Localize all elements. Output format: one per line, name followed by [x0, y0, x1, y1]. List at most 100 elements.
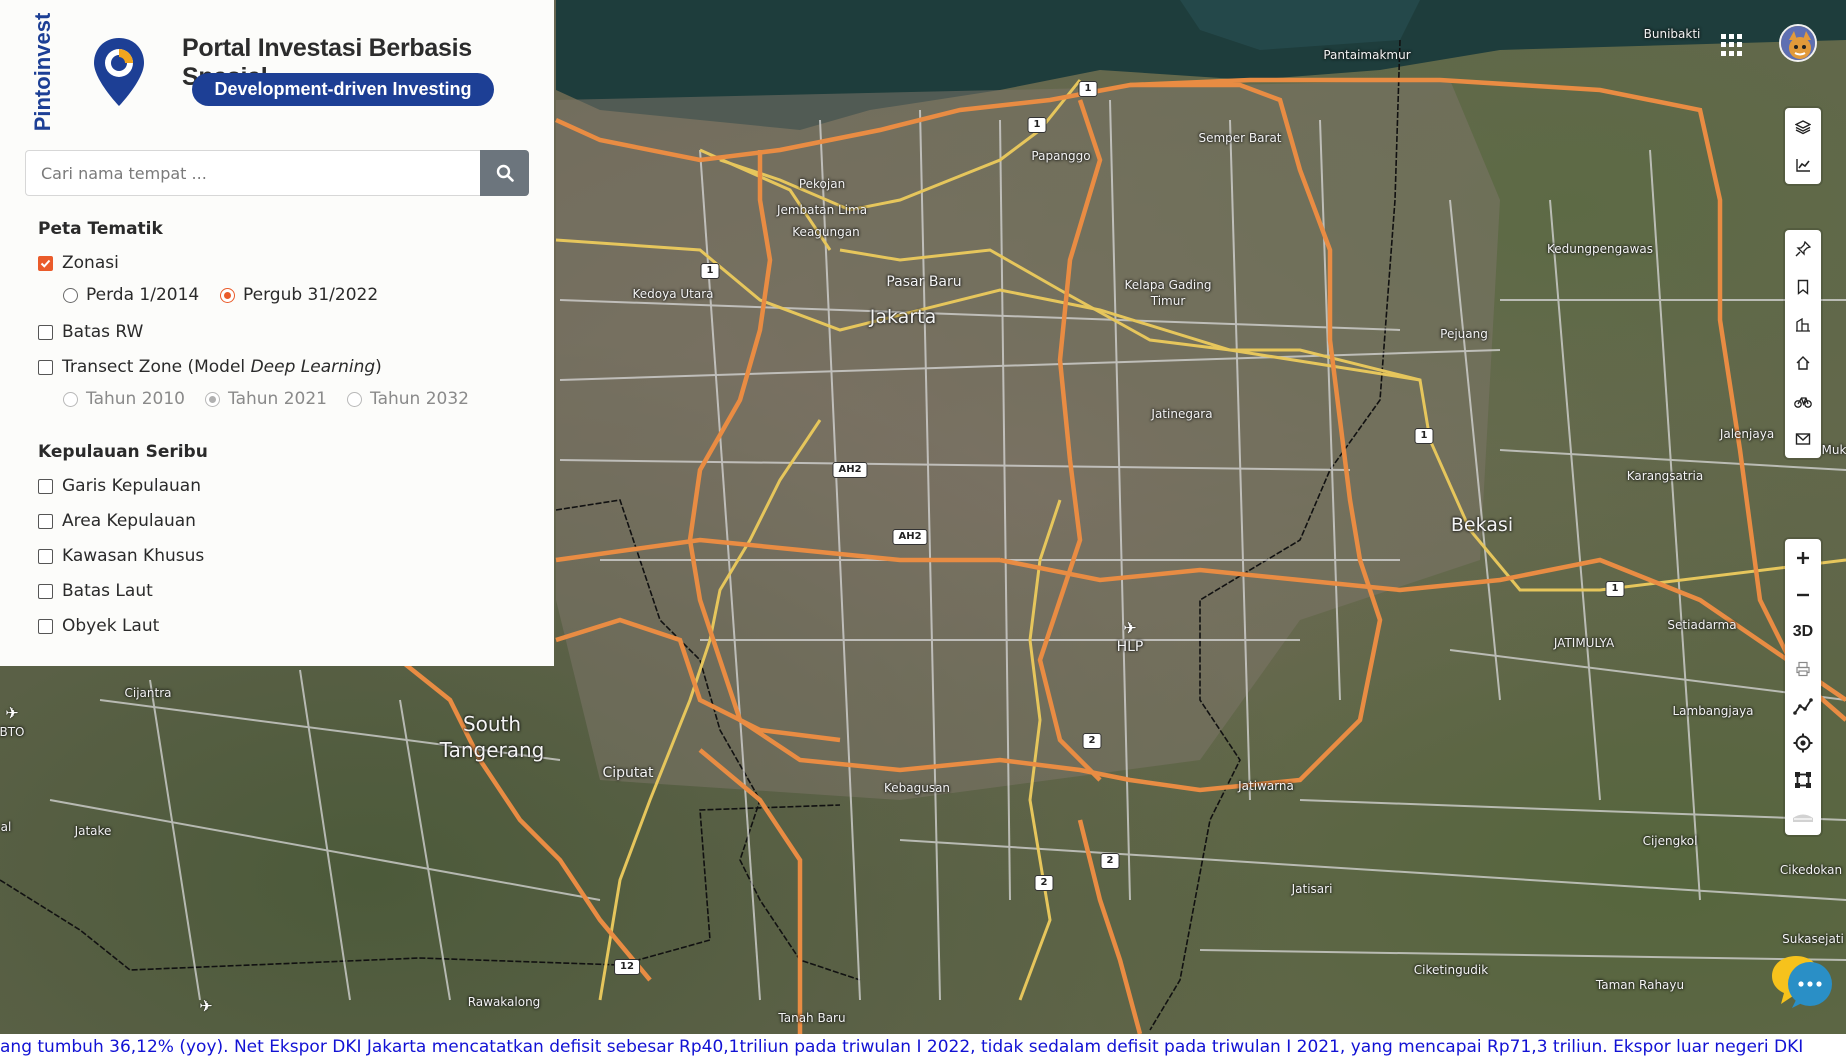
- checkbox-unchecked-icon[interactable]: [38, 324, 53, 340]
- radio-tahun-2032[interactable]: Tahun 2032: [347, 389, 469, 409]
- mail-button[interactable]: [1785, 420, 1821, 458]
- news-ticker: ang tumbuh 36,12% (yoy). Net Ekspor DKI …: [0, 1034, 1846, 1060]
- radio-disabled-icon[interactable]: [63, 391, 78, 407]
- bookmark-button[interactable]: [1785, 268, 1821, 306]
- checkbox-kawasan-khusus[interactable]: Kawasan Khusus: [38, 546, 204, 566]
- airport-icon: ✈: [5, 703, 19, 723]
- draw-area-button[interactable]: [1785, 761, 1821, 798]
- road-shield: 1: [1027, 117, 1047, 133]
- place-label: Cijantra: [124, 686, 172, 700]
- 3d-toggle-button[interactable]: 3D: [1785, 613, 1821, 650]
- bicycle-button[interactable]: [1785, 382, 1821, 420]
- radio-label: Pergub 31/2022: [243, 285, 379, 305]
- place-label: Papanggo: [1031, 149, 1091, 163]
- search-button[interactable]: [480, 150, 529, 196]
- place-label: Pantaimakmur: [1323, 48, 1411, 62]
- home-button[interactable]: [1785, 344, 1821, 382]
- place-label: Cikedokan: [1779, 863, 1843, 877]
- mail-icon: [1795, 433, 1811, 445]
- place-label: Rawakalong: [467, 995, 541, 1009]
- place-label: Jalenjaya: [1719, 427, 1775, 441]
- checkbox-obyek-laut[interactable]: Obyek Laut: [38, 616, 159, 636]
- zoom-in-icon: [1797, 551, 1809, 564]
- place-label: Kedungpengawas: [1546, 242, 1654, 256]
- chart-button[interactable]: [1785, 146, 1821, 184]
- chat-button[interactable]: [1770, 954, 1836, 1010]
- place-label: Jatisari: [1291, 882, 1333, 896]
- zoom-in-button[interactable]: [1785, 539, 1821, 576]
- pin-icon: [1795, 241, 1811, 257]
- checkbox-unchecked-icon[interactable]: [38, 583, 53, 599]
- checkbox-batas-laut[interactable]: Batas Laut: [38, 581, 153, 601]
- place-label: Pekojan: [798, 177, 846, 191]
- road-shield: 12: [614, 959, 640, 975]
- checkbox-transect-zone[interactable]: Transect Zone (Model Deep Learning): [38, 357, 382, 377]
- map-tools-middle: [1785, 230, 1821, 458]
- place-label: Kelapa Gading: [1124, 278, 1212, 292]
- home-icon: [1796, 356, 1810, 370]
- checkbox-checked-icon[interactable]: [38, 255, 53, 271]
- checkbox-area-kepulauan[interactable]: Area Kepulauan: [38, 511, 196, 531]
- checkbox-garis-kepulauan[interactable]: Garis Kepulauan: [38, 476, 201, 496]
- road-shield: AH2: [832, 462, 868, 478]
- radio-disabled-selected-icon[interactable]: [205, 391, 220, 407]
- layers-button[interactable]: [1785, 108, 1821, 146]
- place-label: al: [0, 820, 12, 834]
- checkbox-label: Kawasan Khusus: [62, 546, 205, 566]
- section-title-peta-tematik: Peta Tematik: [38, 219, 163, 239]
- checkbox-zonasi[interactable]: Zonasi: [38, 253, 119, 273]
- side-panel: Pintoinvest Portal Investasi Berbasis Sp…: [0, 0, 554, 666]
- radio-label: Perda 1/2014: [86, 285, 200, 305]
- radio-label: Tahun 2032: [370, 389, 469, 409]
- apps-grid-icon[interactable]: [1721, 34, 1743, 56]
- place-label: Timur: [1150, 294, 1186, 308]
- locate-button[interactable]: [1785, 724, 1821, 761]
- print-button[interactable]: [1785, 650, 1821, 687]
- pintoinvest-logo-icon: [94, 38, 144, 106]
- checkbox-unchecked-icon[interactable]: [38, 548, 53, 564]
- road-shield: 1: [1078, 81, 1098, 97]
- place-label: Taman Rahayu: [1595, 978, 1685, 992]
- radio-pergub-31-2022[interactable]: Pergub 31/2022: [220, 285, 378, 305]
- checkbox-unchecked-icon[interactable]: [38, 478, 53, 494]
- road-shield: 2: [1082, 733, 1102, 749]
- radio-disabled-icon[interactable]: [347, 391, 362, 407]
- radio-selected-icon[interactable]: [220, 287, 235, 303]
- locate-icon: [1793, 733, 1813, 752]
- search-bar: [25, 150, 529, 196]
- radio-perda-1-2014[interactable]: Perda 1/2014: [63, 285, 199, 305]
- checkbox-unchecked-icon[interactable]: [38, 513, 53, 529]
- section-title-kepulauan-seribu: Kepulauan Seribu: [38, 442, 208, 462]
- place-label: Muk: [1821, 443, 1846, 457]
- print-icon: [1796, 661, 1810, 676]
- admin-boundary: [0, 804, 841, 971]
- radio-tahun-2021[interactable]: Tahun 2021: [205, 389, 327, 409]
- place-label: Jembatan Lima: [776, 203, 868, 217]
- place-label: Karangsatria: [1626, 469, 1704, 483]
- chat-bubble-icon: [1772, 956, 1832, 1008]
- building-button[interactable]: [1785, 306, 1821, 344]
- map-tools-zoom: 3D: [1785, 539, 1821, 835]
- checkbox-label: Obyek Laut: [62, 616, 160, 636]
- tagline-badge: Development-driven Investing: [192, 73, 494, 106]
- checkbox-unchecked-icon[interactable]: [38, 359, 53, 375]
- place-label: Semper Barat: [1198, 131, 1282, 145]
- checkbox-unchecked-icon[interactable]: [38, 618, 53, 634]
- search-input[interactable]: [25, 150, 480, 196]
- place-label: Jatake: [74, 824, 112, 838]
- place-label: Setiadarma: [1667, 618, 1737, 632]
- zoom-out-button[interactable]: [1785, 576, 1821, 613]
- road-toggle-button[interactable]: [1785, 798, 1821, 835]
- checkbox-label: Zonasi: [62, 253, 119, 273]
- bicycle-icon: [1794, 397, 1812, 408]
- place-label: HLP: [1116, 639, 1144, 655]
- checkbox-label: Garis Kepulauan: [62, 476, 201, 496]
- radio-unselected-icon[interactable]: [63, 287, 78, 303]
- place-label-city: Tangerang: [439, 738, 545, 762]
- measure-button[interactable]: [1785, 687, 1821, 724]
- pin-button[interactable]: [1785, 230, 1821, 268]
- checkbox-batas-rw[interactable]: Batas RW: [38, 322, 143, 342]
- radio-tahun-2010[interactable]: Tahun 2010: [63, 389, 185, 409]
- user-avatar[interactable]: [1779, 24, 1817, 62]
- chart-icon: [1796, 159, 1810, 172]
